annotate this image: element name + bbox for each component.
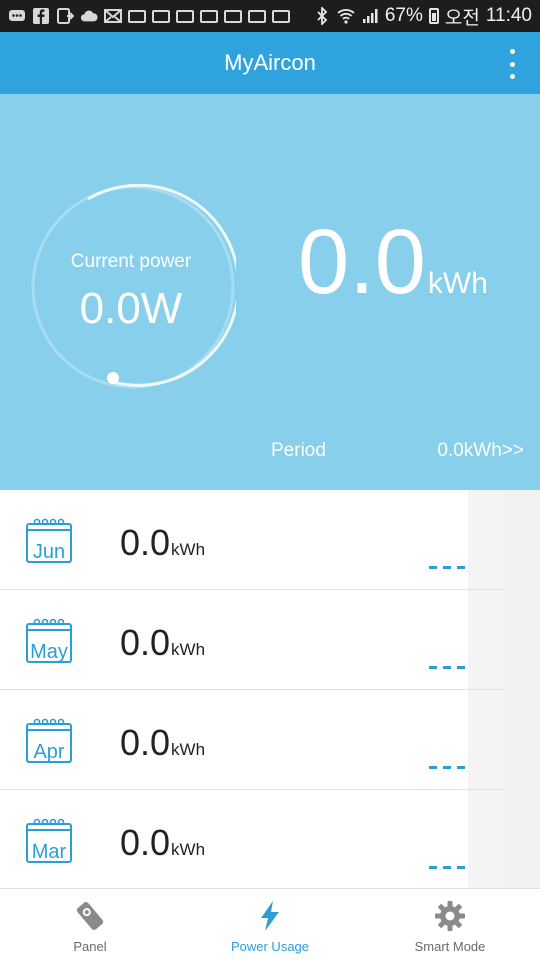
nav-smart-mode-label: Smart Mode bbox=[414, 939, 486, 954]
month-usage: 0.0 kWh bbox=[120, 822, 205, 864]
wifi-icon bbox=[337, 7, 355, 25]
sms-icon bbox=[128, 7, 146, 25]
status-ampm: 오전 bbox=[444, 7, 480, 29]
month-usage-unit: kWh bbox=[171, 540, 206, 559]
list-item[interactable]: Mar 0.0 kWh bbox=[0, 790, 504, 888]
facebook-icon bbox=[32, 7, 50, 25]
bluetooth-icon bbox=[313, 7, 331, 25]
signal-icon bbox=[361, 7, 379, 25]
row-side-strip bbox=[468, 790, 504, 888]
month-usage: 0.0 kWh bbox=[120, 522, 205, 564]
battery-icon bbox=[428, 8, 439, 24]
month-usage-value: 0.0 bbox=[120, 722, 171, 763]
list-item[interactable]: Jun 0.0 kWh bbox=[0, 490, 504, 590]
current-power-value: 0.0W bbox=[79, 284, 183, 333]
nav-smart-mode[interactable]: Smart Mode bbox=[360, 889, 540, 960]
app-title: MyAircon bbox=[224, 50, 316, 75]
row-side-strip bbox=[468, 490, 504, 589]
overflow-menu-icon[interactable] bbox=[504, 49, 520, 79]
month-usage-value: 0.0 bbox=[120, 522, 171, 563]
cloud-icon bbox=[80, 7, 98, 25]
row-side-strip bbox=[468, 690, 504, 789]
bottom-navigation: Panel Power Usage Smart Mode bbox=[0, 888, 540, 960]
month-usage-unit: kWh bbox=[171, 640, 206, 659]
photo-icon bbox=[248, 7, 266, 25]
month-usage-unit: kWh bbox=[171, 740, 206, 759]
mail-icon bbox=[104, 7, 122, 25]
list-item[interactable]: Apr 0.0 kWh bbox=[0, 690, 504, 790]
photo-icon bbox=[176, 7, 194, 25]
total-energy-value: 0.0 bbox=[298, 211, 426, 313]
system-status: 67% 오전 11:40 bbox=[313, 3, 532, 30]
month-usage-value: 0.0 bbox=[120, 822, 171, 863]
list-item[interactable]: May 0.0 kWh bbox=[0, 590, 504, 690]
app-bar: MyAircon bbox=[0, 32, 540, 94]
sms-icon bbox=[152, 7, 170, 25]
period-label: Period bbox=[271, 440, 326, 461]
month-usage-unit: kWh bbox=[171, 840, 206, 859]
gallery-icon bbox=[200, 7, 218, 25]
notification-icons bbox=[8, 7, 313, 25]
nav-power-usage-label: Power Usage bbox=[230, 939, 310, 954]
month-label: Apr bbox=[33, 741, 65, 763]
photo-icon bbox=[272, 7, 290, 25]
nav-panel-label: Panel bbox=[73, 939, 107, 954]
month-usage: 0.0 kWh bbox=[120, 622, 205, 664]
month-label: Mar bbox=[31, 841, 67, 863]
nav-power-usage[interactable]: Power Usage bbox=[180, 889, 360, 960]
status-time: 11:40 bbox=[485, 5, 532, 26]
row-side-strip bbox=[468, 590, 504, 689]
total-energy: 0.0 kWh bbox=[298, 216, 488, 308]
period-link[interactable]: 0.0kWh>> bbox=[437, 440, 524, 462]
battery-percent: 67% bbox=[384, 5, 423, 26]
month-usage-value: 0.0 bbox=[120, 622, 171, 663]
lightning-icon bbox=[261, 901, 279, 931]
month-label: Jun bbox=[32, 541, 66, 563]
chat-icon bbox=[8, 7, 26, 25]
sms-icon bbox=[224, 7, 242, 25]
remote-icon bbox=[76, 902, 104, 930]
power-summary: Current power 0.0W 0.0 kWh Period 0.0kWh… bbox=[0, 94, 540, 490]
status-bar: 67% 오전 11:40 bbox=[0, 0, 540, 32]
month-usage: 0.0 kWh bbox=[120, 722, 205, 764]
monthly-usage-list[interactable]: Jun 0.0 kWh May 0.0 kWh Apr 0.0 kWh Mar … bbox=[0, 490, 540, 888]
gear-icon bbox=[435, 901, 465, 931]
current-power-label: Current power bbox=[70, 251, 192, 272]
cast-icon bbox=[56, 7, 74, 25]
gauge-knob bbox=[107, 372, 119, 384]
nav-panel[interactable]: Panel bbox=[0, 889, 180, 960]
total-energy-unit: kWh bbox=[427, 267, 488, 300]
month-label: May bbox=[30, 641, 68, 663]
